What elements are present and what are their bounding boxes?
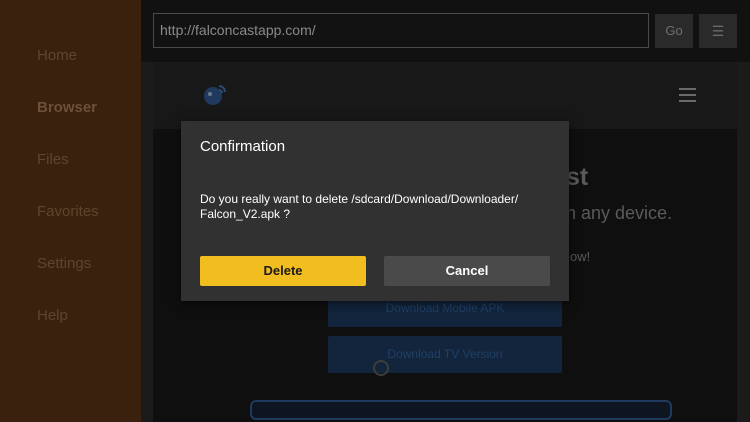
download-tv-version-button[interactable]: Download TV Version	[328, 336, 562, 373]
page-bottom-bar	[250, 400, 672, 420]
menu-button[interactable]: ☰	[699, 14, 737, 48]
sidebar-item-help[interactable]: Help	[37, 307, 68, 324]
sidebar: Home Browser Files Favorites Settings He…	[0, 0, 141, 422]
dialog-message-line: Falcon_V2.apk ?	[200, 207, 291, 221]
dialog-title: Confirmation	[200, 138, 286, 155]
hamburger-icon[interactable]	[679, 88, 696, 102]
sidebar-item-settings[interactable]: Settings	[37, 255, 91, 272]
dialog-message: Do you really want to delete /sdcard/Dow…	[200, 192, 555, 222]
hero-title-fragment: st	[566, 163, 589, 191]
hero-subtitle-fragment: n any device.	[566, 203, 673, 223]
url-input[interactable]: http://falconcastapp.com/	[153, 13, 649, 48]
falcon-logo-icon[interactable]	[202, 82, 228, 108]
dialog-message-line: Do you really want to delete /sdcard/Dow…	[200, 192, 519, 206]
hero-cta-fragment: ow!	[570, 249, 591, 264]
go-button[interactable]: Go	[655, 14, 693, 48]
menu-icon: ☰	[711, 23, 725, 39]
cursor-icon	[373, 360, 389, 376]
sidebar-item-files[interactable]: Files	[37, 151, 69, 168]
delete-button[interactable]: Delete	[200, 256, 366, 286]
sidebar-item-home[interactable]: Home	[37, 47, 77, 64]
confirmation-dialog: Confirmation Do you really want to delet…	[181, 121, 569, 301]
sidebar-item-favorites[interactable]: Favorites	[37, 203, 99, 220]
site-header	[153, 63, 737, 129]
sidebar-item-browser[interactable]: Browser	[37, 99, 97, 116]
cancel-button[interactable]: Cancel	[384, 256, 550, 286]
